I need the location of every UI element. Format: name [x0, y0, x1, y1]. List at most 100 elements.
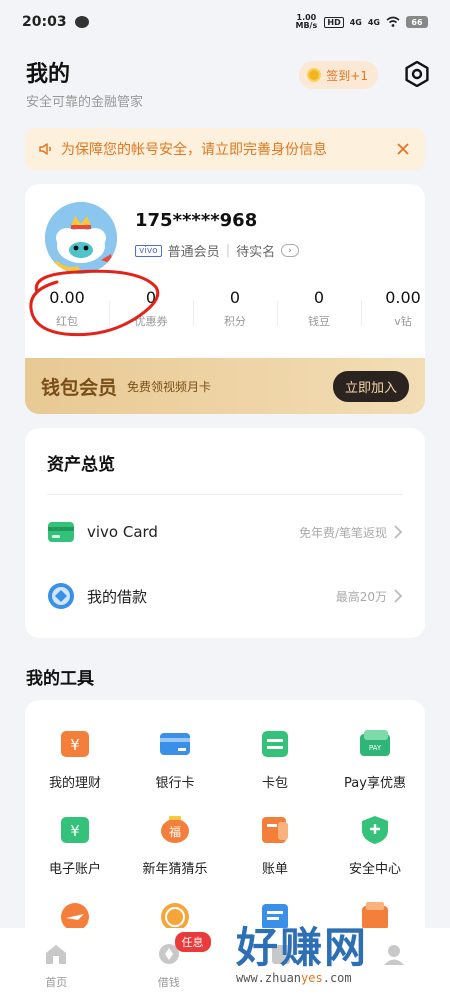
avatar-image [45, 202, 117, 274]
tool-label: Pay享优惠 [344, 776, 406, 791]
vivo-tag: vivo [135, 244, 162, 257]
nav-label: 借钱 [157, 976, 180, 989]
net-type-2: 4G [367, 17, 380, 27]
tools-title: 我的工具 [26, 669, 94, 689]
card-icon [48, 522, 74, 542]
status-bar: 20:03 1.00 MB/s HD 4G 4G 66 [0, 0, 450, 44]
security-notice[interactable]: 为保障您的帐号安全，请立即完善身份信息 [25, 128, 425, 170]
hd-icon: HD [324, 16, 344, 28]
e-account-icon: ¥ [61, 817, 89, 843]
assets-card: 资产总览 vivo Card 免年费/笔笔返现 我的借款 最高20万 [25, 428, 425, 638]
tool-wealth[interactable]: ¥ 我的理财 [25, 728, 125, 791]
net-type-1: 4G [349, 17, 362, 27]
bottom-nav: 首页 借钱 任息 [0, 928, 450, 1000]
asset-row-loan[interactable]: 我的借款 最高20万 [47, 576, 403, 616]
stats-row: 0.00 红包 0 优惠券 0 积分 0 钱豆 0.00 v钻 [25, 288, 425, 338]
tool-label: 我的理财 [48, 776, 101, 791]
tool-bankcard[interactable]: 银行卡 [125, 728, 225, 791]
home-icon [46, 945, 67, 964]
tool-label: 电子账户 [48, 862, 101, 877]
chevron-right-icon [394, 525, 403, 539]
stat-points[interactable]: 0 积分 [193, 288, 277, 338]
svg-text:¥: ¥ [70, 822, 80, 840]
signin-button[interactable]: 签到+1 [299, 61, 378, 89]
stat-label: 红包 [56, 315, 78, 328]
divider [47, 494, 403, 495]
bill-icon [262, 817, 288, 843]
profile-icon [383, 945, 404, 965]
close-icon[interactable] [395, 141, 411, 157]
stat-hongbao[interactable]: 0.00 红包 [25, 288, 109, 338]
stat-qiandou[interactable]: 0 钱豆 [277, 288, 361, 338]
asset-row-vivo-card[interactable]: vivo Card 免年费/笔笔返现 [47, 512, 403, 552]
tool-e-account[interactable]: ¥ 电子账户 [25, 814, 125, 877]
lantern-icon: 福 [161, 816, 189, 843]
user-phone: 175*****968 [135, 210, 258, 231]
vip-subtitle: 免费领视频月卡 [127, 379, 212, 394]
join-vip-button[interactable]: 立即加入 [332, 370, 409, 402]
stat-value: 0 [229, 288, 241, 307]
vip-title: 钱包会员 [41, 376, 118, 399]
assets-title: 资产总览 [47, 455, 115, 475]
stat-value: 0 [313, 288, 325, 307]
page-header: 我的 安全可靠的金融管家 签到+1 [26, 56, 430, 110]
nav-borrow[interactable]: 借钱 任息 [113, 928, 226, 1000]
tool-bill[interactable]: 账单 [225, 814, 325, 877]
pay-icon: PAY [360, 730, 390, 756]
nav-label: 首页 [45, 976, 68, 989]
tool-label: 银行卡 [155, 776, 195, 791]
signin-label: 签到+1 [326, 68, 368, 83]
stat-label: 优惠券 [134, 315, 168, 328]
nav-item-3[interactable] [225, 928, 338, 1000]
asset-label: vivo Card [87, 523, 158, 541]
settings-icon[interactable] [404, 61, 430, 87]
vip-banner[interactable]: 钱包会员 免费领视频月卡 立即加入 [25, 358, 425, 414]
member-level: 普通会员 [167, 245, 220, 260]
member-line[interactable]: vivo 普通会员 | 待实名 › [135, 241, 300, 260]
wealth-icon: ¥ [61, 731, 89, 757]
tool-label: 账单 [261, 862, 288, 877]
status-time: 20:03 [22, 14, 67, 30]
nav-badge: 任息 [174, 932, 211, 952]
list-icon [272, 945, 291, 964]
speaker-icon [39, 143, 51, 155]
stat-value: 0 [145, 288, 157, 307]
tool-security[interactable]: 安全中心 [325, 814, 425, 877]
svg-text:¥: ¥ [70, 736, 80, 754]
status-right: 1.00 MB/s HD 4G 4G 66 [294, 14, 428, 30]
nav-item-4[interactable] [338, 928, 450, 1000]
stat-label: 钱豆 [308, 315, 330, 328]
separator: | [225, 243, 231, 258]
asset-hint: 免年费/笔笔返现 [298, 525, 387, 540]
wechat-icon [74, 16, 89, 28]
tool-pay[interactable]: PAY Pay享优惠 [325, 728, 425, 791]
stat-value: 0.00 [385, 288, 421, 307]
tool-label: 卡包 [261, 776, 288, 791]
svg-text:PAY: PAY [369, 744, 382, 752]
net-speed: 1.00 MB/s [295, 13, 318, 30]
verify-status: 待实名 [236, 245, 276, 260]
avatar[interactable] [45, 202, 117, 274]
page-subtitle: 安全可靠的金融管家 [26, 95, 144, 110]
shield-icon [362, 816, 388, 844]
bank-card-icon [160, 733, 190, 755]
tool-newyear[interactable]: 福 新年猜猜乐 [125, 814, 225, 877]
nav-home[interactable]: 首页 [0, 928, 113, 1000]
battery-icon: 66 [406, 16, 428, 28]
stat-coupon[interactable]: 0 优惠券 [109, 288, 193, 338]
coin-icon [307, 68, 322, 82]
tool-label: 安全中心 [348, 862, 401, 877]
tool-label: 新年猜猜乐 [142, 862, 208, 877]
loan-icon [48, 583, 74, 609]
svg-text:福: 福 [169, 824, 181, 839]
stat-value: 0.00 [49, 288, 85, 307]
notice-text: 为保障您的帐号安全，请立即完善身份信息 [61, 142, 327, 158]
chevron-right-icon: › [281, 244, 300, 257]
stat-vdiamond[interactable]: 0.00 v钻 [361, 288, 425, 338]
tool-cardpack[interactable]: 卡包 [225, 728, 325, 791]
asset-hint: 最高20万 [335, 589, 387, 604]
stat-label: 积分 [224, 315, 246, 328]
chevron-right-icon [394, 589, 403, 603]
asset-label: 我的借款 [87, 587, 148, 606]
card-pack-icon [262, 731, 288, 757]
